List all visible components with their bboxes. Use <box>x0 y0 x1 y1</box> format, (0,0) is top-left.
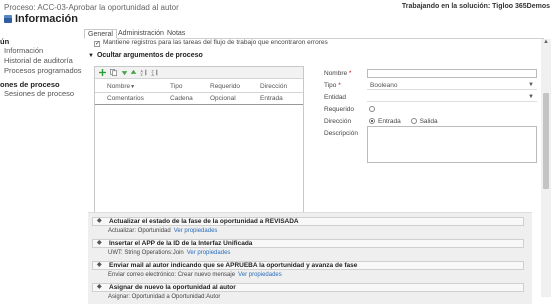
copy-icon[interactable] <box>110 69 117 76</box>
tipo-label: Tipo * <box>324 82 341 89</box>
column-header-direccion[interactable]: Dirección <box>257 81 303 93</box>
add-icon[interactable] <box>99 69 106 76</box>
sidebar-heading-process: ones de proceso <box>0 80 60 89</box>
chevron-down-icon: ▼ <box>528 82 534 88</box>
direccion-option-entrada[interactable]: Entrada <box>369 118 401 125</box>
process-name: Proceso: ACC-03-Aprobar la oportunidad a… <box>4 3 179 12</box>
nombre-label: Nombre * <box>324 70 352 77</box>
table-header-row: Nombre▼ Tipo Requerido Dirección <box>95 81 303 93</box>
process-icon <box>4 15 12 23</box>
tab-administracion[interactable]: Administración <box>115 29 167 39</box>
svg-text:A: A <box>152 73 155 76</box>
radio-salida[interactable] <box>410 118 417 124</box>
step-title[interactable]: ◆ Asignar de nuevo la oportunidad al auto… <box>92 283 524 292</box>
keep-records-label: Mantiene registros para las tareas del f… <box>103 39 328 46</box>
solution-text: Trabajando en la solución: Tigloo 365Dem… <box>401 3 550 10</box>
entidad-label: Entidad <box>324 94 347 101</box>
tab-general[interactable]: General <box>84 29 117 39</box>
sidebar-item-historial-auditoria[interactable]: Historial de auditoría <box>4 56 73 65</box>
collapse-triangle-icon: ▼ <box>88 53 94 59</box>
column-header-tipo[interactable]: Tipo <box>167 81 207 93</box>
view-properties-link[interactable]: Ver propiedades <box>174 228 218 234</box>
sidebar-item-procesos-programados[interactable]: Procesos programados <box>4 66 82 75</box>
step-bullet-icon: ◆ <box>97 218 102 224</box>
cell-direccion: Entrada <box>257 92 303 105</box>
tab-bar: General Administración Notas <box>84 29 544 39</box>
view-properties-link[interactable]: Ver propiedades <box>187 250 231 256</box>
nombre-field[interactable] <box>367 69 537 78</box>
top-header: Proceso: ACC-03-Aprobar la oportunidad a… <box>0 0 552 30</box>
sort-descending-icon[interactable]: ZA <box>151 69 159 76</box>
step-title[interactable]: ◆ Insertar el APP de la ID de la Interfaz… <box>92 239 524 248</box>
direccion-label: Dirección <box>324 118 352 125</box>
step-bullet-icon: ◆ <box>97 284 102 290</box>
arguments-toolbar: AZ ZA <box>95 67 303 79</box>
general-form: ✓ Mantiene registros para las tareas del … <box>84 39 540 304</box>
column-header-nombre[interactable]: Nombre▼ <box>95 81 168 93</box>
tipo-select[interactable]: Booleano ▼ <box>367 81 537 90</box>
tab-notas[interactable]: Notas <box>164 29 188 39</box>
step-title[interactable]: ◆ Enviar mail al autor indicando que se A… <box>92 261 524 270</box>
section-title: Ocultar argumentos de proceso <box>96 52 203 59</box>
page-title-text: Información <box>15 13 78 25</box>
descripcion-textarea[interactable] <box>367 126 537 163</box>
vertical-scrollbar[interactable]: ▲ <box>541 39 551 297</box>
radio-entrada[interactable] <box>369 118 375 124</box>
keep-records-checkbox[interactable]: ✓ <box>94 41 100 47</box>
step-detail: UWT: String Operations:Join Ver propiedad… <box>108 250 231 256</box>
page-title: Información <box>4 13 78 25</box>
move-down-icon[interactable] <box>121 69 128 76</box>
workflow-steps: ◆ Actualizar el estado de la fase de la o… <box>88 212 532 304</box>
view-properties-link[interactable]: Ver propiedades <box>238 272 282 278</box>
step-title[interactable]: ◆ Actualizar el estado de la fase de la o… <box>92 217 524 226</box>
direccion-option-salida[interactable]: Salida <box>410 118 438 125</box>
entidad-select[interactable]: ▼ <box>367 93 537 102</box>
requerido-label: Requerido <box>324 106 354 113</box>
sidebar-item-informacion[interactable]: Información <box>4 46 43 55</box>
requerido-toggle[interactable] <box>369 106 375 112</box>
svg-text:Z: Z <box>141 73 144 76</box>
tipo-value: Booleano <box>370 82 398 89</box>
step-detail: Actualizar: Oportunidad Ver propiedades <box>108 228 218 234</box>
sidebar-heading-general: ún <box>0 37 10 46</box>
requerido-checkbox[interactable] <box>369 105 378 113</box>
table-row[interactable]: Comentarios Cadena Opcional Entrada <box>95 92 303 105</box>
sidebar: ún Información Historial de auditoría Pr… <box>0 30 82 304</box>
move-up-icon[interactable] <box>130 69 137 76</box>
arguments-table: Nombre▼ Tipo Requerido Dirección Comenta… <box>95 81 303 105</box>
step-bullet-icon: ◆ <box>97 240 102 246</box>
descripcion-label: Descripción <box>324 130 358 137</box>
sidebar-item-sesiones-proceso[interactable]: Sesiones de proceso <box>4 89 74 98</box>
scroll-up-icon[interactable]: ▲ <box>543 39 549 45</box>
cell-nombre: Comentarios <box>95 92 168 105</box>
chevron-down-icon: ▼ <box>528 94 534 100</box>
step-detail: Enviar correo electrónico: Crear nuevo m… <box>108 272 282 278</box>
cell-tipo: Cadena <box>167 92 207 105</box>
step-detail: Asignar: Oportunidad a Oportunidad:Autor <box>108 294 221 300</box>
scrollbar-thumb[interactable] <box>543 93 549 189</box>
keep-records-option[interactable]: ✓ Mantiene registros para las tareas del … <box>94 39 328 47</box>
sort-ascending-icon[interactable]: AZ <box>140 69 148 76</box>
step-bullet-icon: ◆ <box>97 262 102 268</box>
cell-requerido: Opcional <box>207 92 257 105</box>
direccion-radio-group: Entrada Salida <box>369 117 438 125</box>
arguments-grid: AZ ZA Nombre▼ Tipo Requerido Dirección C… <box>94 66 304 228</box>
column-header-requerido[interactable]: Requerido <box>207 81 257 93</box>
section-toggle-process-arguments[interactable]: ▼ Ocultar argumentos de proceso <box>88 52 203 59</box>
